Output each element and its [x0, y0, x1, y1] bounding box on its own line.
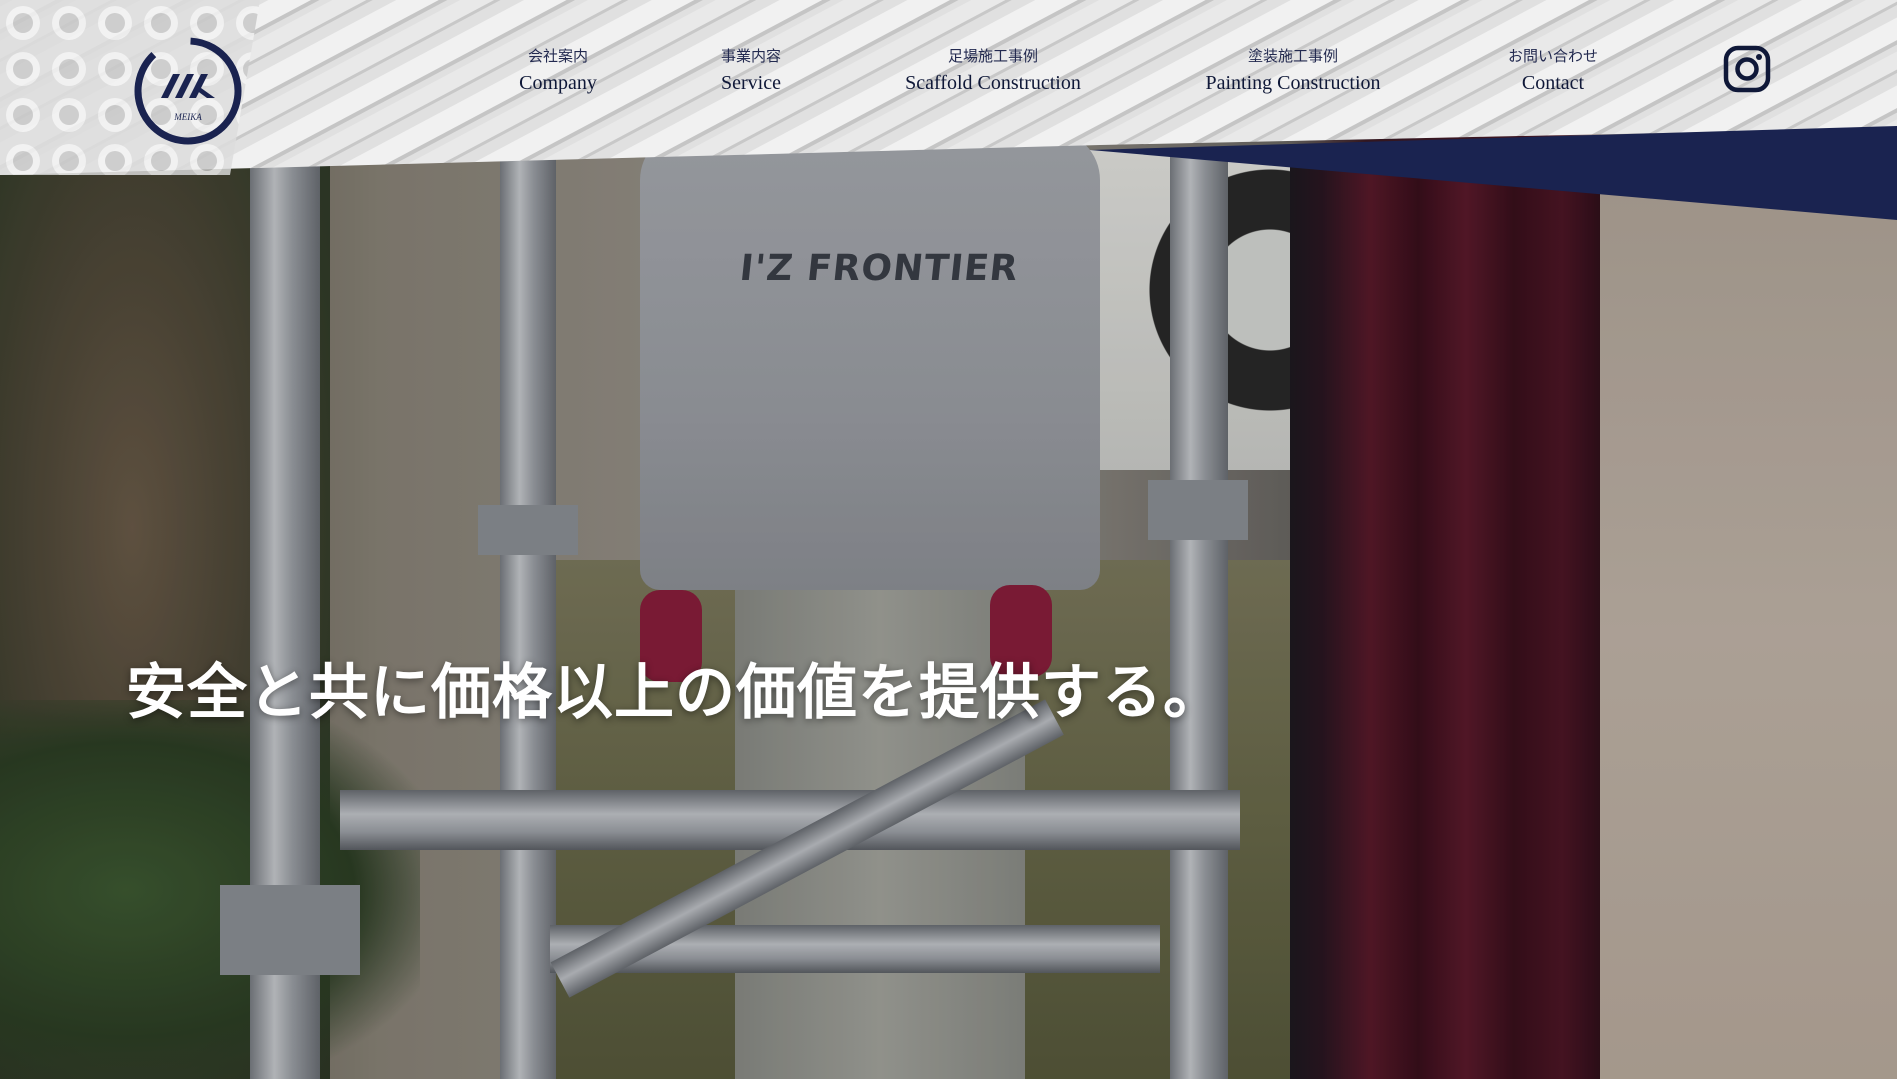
- instagram-icon[interactable]: [1723, 45, 1771, 93]
- main-nav: 会社案内 Company 事業内容 Service 足場施工事例 Scaffol…: [0, 46, 1897, 106]
- nav-item-service[interactable]: 事業内容 Service: [710, 46, 792, 96]
- nav-item-ja-label: 事業内容: [720, 47, 781, 65]
- nav-item-en-label: Service: [721, 72, 781, 94]
- nav-item-ja-label: 足場施工事例: [947, 47, 1038, 65]
- hero-tagline: 安全と共に価格以上の価値を提供する。: [126, 658, 1224, 728]
- nav-item-painting-construction[interactable]: 塗装施工事例 Painting Construction: [1195, 46, 1391, 96]
- nav-item-ja-label: お問い合わせ: [1507, 47, 1598, 65]
- nav-item-contact[interactable]: お問い合わせ Contact: [1497, 46, 1609, 96]
- nav-item-en-label: Contact: [1521, 72, 1585, 94]
- nav-item-en-label: Scaffold Construction: [905, 72, 1081, 94]
- nav-item-scaffold-construction[interactable]: 足場施工事例 Scaffold Construction: [898, 46, 1088, 96]
- nav-item-en-label: Company: [519, 72, 597, 94]
- nav-item-ja-label: 塗装施工事例: [1247, 47, 1338, 65]
- header-background: [0, 0, 1897, 220]
- logo-text: MEIKA: [173, 112, 202, 122]
- nav-item-ja-label: 会社案内: [527, 47, 588, 65]
- nav-item-en-label: Painting Construction: [1205, 72, 1381, 94]
- nav-item-company[interactable]: 会社案内 Company: [517, 46, 599, 96]
- site-header: MEIKA 会社案内 Company 事業内容 Service 足場施工事例 S…: [0, 0, 1897, 220]
